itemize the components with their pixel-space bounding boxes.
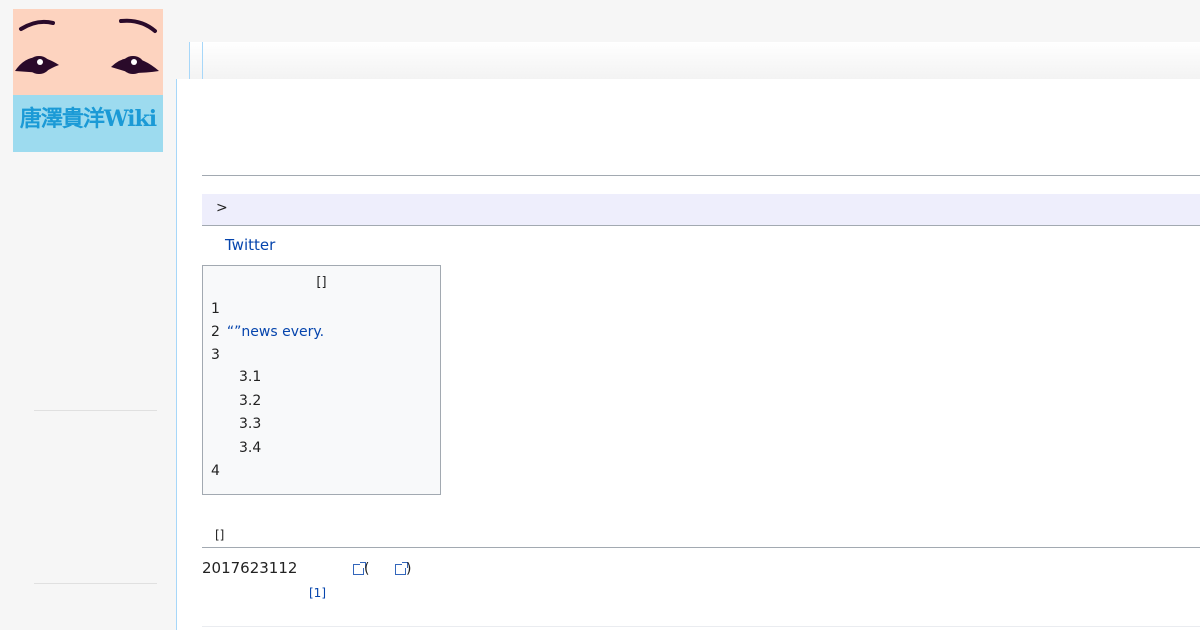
external-link-icon: [353, 561, 366, 575]
body-text: 2017623112: [202, 559, 298, 577]
toc-item[interactable]: 3: [211, 347, 227, 363]
tab-divider: [202, 42, 203, 80]
paren-open: (: [364, 561, 370, 577]
paren-close: ): [406, 561, 412, 577]
section-heading-edit[interactable]: []: [215, 528, 224, 542]
toc-number: 1: [211, 301, 220, 317]
external-link[interactable]: [353, 561, 366, 577]
tab-divider: [189, 42, 190, 80]
toc-number: 3.3: [239, 416, 262, 432]
section-divider: [202, 626, 1200, 627]
logo-text: 唐澤貴洋Wiki: [19, 106, 157, 132]
title-divider: [202, 175, 1200, 176]
table-of-contents: [] 1 2 “”news every. 3 3.1 3.2 3.3 3.4 4: [202, 265, 441, 495]
twitter-link[interactable]: Twitter: [225, 236, 275, 254]
reference-link[interactable]: [1]: [309, 586, 326, 600]
breadcrumb: >: [202, 194, 1200, 226]
toc-item[interactable]: 3.4: [239, 440, 268, 456]
toc-title: []: [316, 275, 327, 290]
toc-item[interactable]: 1: [211, 301, 227, 317]
toc-item[interactable]: 3.3: [239, 416, 268, 432]
external-link-icon: [395, 561, 408, 575]
breadcrumb-arrow[interactable]: >: [216, 200, 228, 216]
toc-number: 2: [211, 324, 220, 340]
eyes-icon: [15, 18, 159, 74]
toc-item[interactable]: 3.1: [239, 369, 268, 385]
sidebar-divider: [34, 583, 157, 584]
toc-number: 3: [211, 347, 220, 363]
toc-item[interactable]: 2 “”news every.: [211, 324, 324, 340]
section-divider: [202, 547, 1200, 548]
toc-number: 4: [211, 463, 220, 479]
toc-number: 3.4: [239, 440, 262, 456]
sidebar-divider: [34, 410, 157, 411]
toc-item[interactable]: 3.2: [239, 393, 268, 409]
toc-number: 3.2: [239, 393, 262, 409]
tab-strip: [189, 42, 1200, 80]
toc-item[interactable]: 4: [211, 463, 227, 479]
toc-number: 3.1: [239, 369, 262, 385]
external-link[interactable]: [395, 561, 408, 577]
main-content: > Twitter [] 1 2 “”news every. 3 3.1 3.2 …: [176, 79, 1200, 630]
toc-text: “”news every.: [226, 324, 325, 340]
logo-face: [13, 9, 163, 95]
